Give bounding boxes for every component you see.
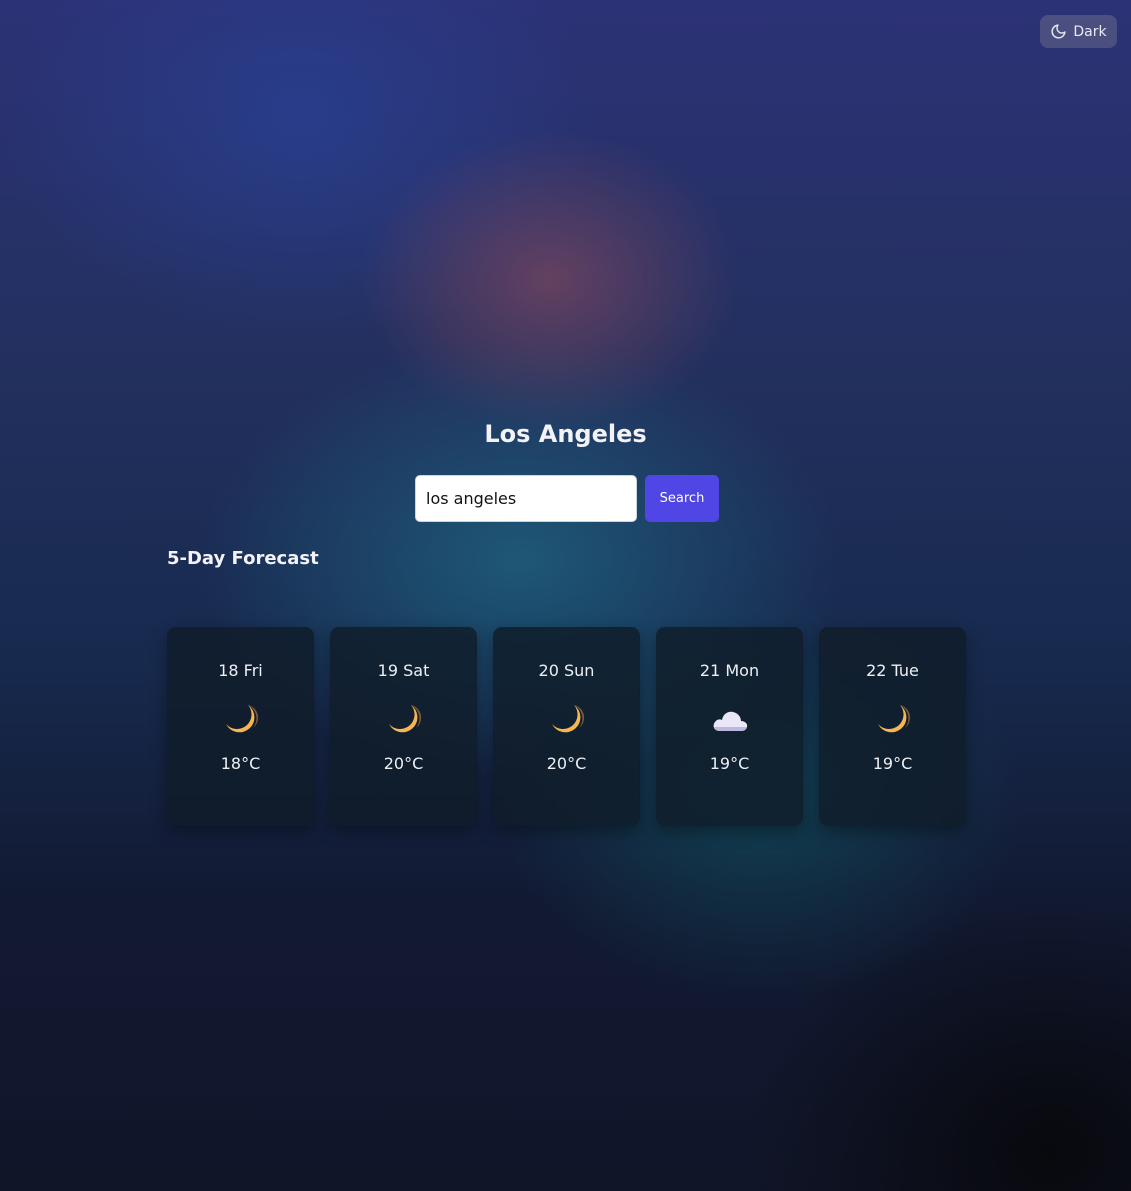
forecast-temperature: 20°C <box>383 754 424 773</box>
forecast-card: 18 Fri 18°C <box>167 627 314 826</box>
forecast-date: 20 Sun <box>538 661 595 680</box>
forecast-date: 18 Fri <box>218 661 263 680</box>
weather-app: Dark Los Angeles Search 5-Day Forecast 1… <box>0 0 1131 1191</box>
forecast-card: 21 Mon 19°C <box>656 627 803 826</box>
forecast-date: 19 Sat <box>377 661 430 680</box>
theme-toggle-button[interactable]: Dark <box>1040 15 1117 48</box>
forecast-cards: 18 Fri 18°C 19 Sat 20°C 20 Sun 20°C 21 M… <box>167 627 966 826</box>
crescent-moon-icon <box>221 700 261 740</box>
forecast-card: 19 Sat 20°C <box>330 627 477 826</box>
theme-toggle-label: Dark <box>1073 23 1107 40</box>
forecast-temperature: 19°C <box>872 754 913 773</box>
forecast-date: 22 Tue <box>866 661 919 680</box>
crescent-moon-icon <box>873 700 913 740</box>
moon-outline-icon <box>1050 23 1067 40</box>
forecast-temperature: 18°C <box>220 754 261 773</box>
city-search-input[interactable] <box>415 475 637 522</box>
crescent-moon-icon <box>547 700 587 740</box>
forecast-card: 20 Sun 20°C <box>493 627 640 826</box>
forecast-heading: 5-Day Forecast <box>167 548 319 569</box>
search-button[interactable]: Search <box>645 475 719 522</box>
cloud-icon <box>710 700 750 740</box>
forecast-temperature: 20°C <box>546 754 587 773</box>
city-title: Los Angeles <box>484 420 647 448</box>
crescent-moon-icon <box>384 700 424 740</box>
forecast-temperature: 19°C <box>709 754 750 773</box>
forecast-card: 22 Tue 19°C <box>819 627 966 826</box>
search-bar: Search <box>415 475 719 522</box>
forecast-date: 21 Mon <box>699 661 760 680</box>
